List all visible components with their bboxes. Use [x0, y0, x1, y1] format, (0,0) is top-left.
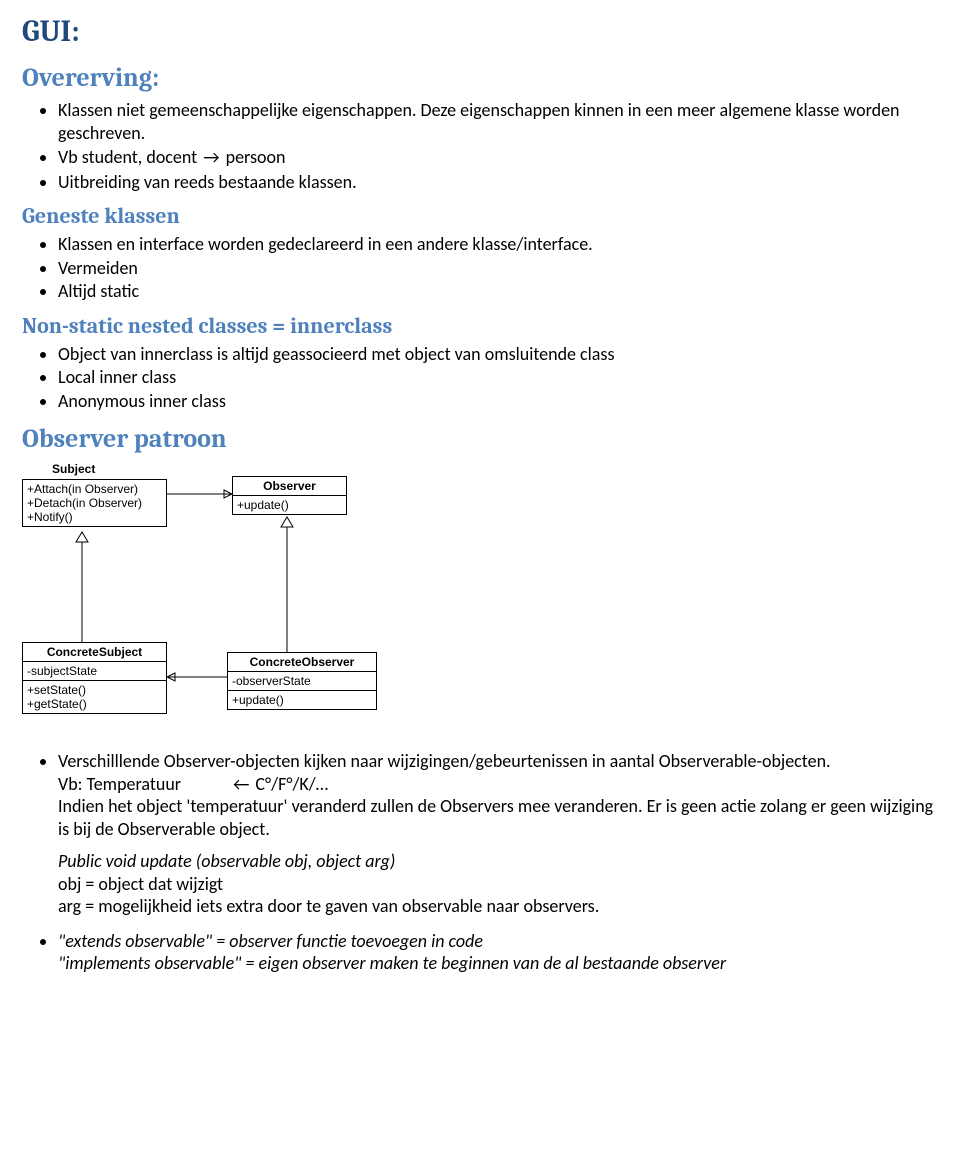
list-observer-notes: Verschilllende Observer-objecten kijken …: [58, 750, 938, 975]
list-item: "extends observable" = observer functie …: [58, 930, 938, 975]
list-item: Vb student, docent → persoon: [58, 146, 938, 169]
uml-diagram: Subject +Attach(in Observer) +Detach(in …: [22, 462, 472, 730]
text: Vb student, docent: [58, 146, 201, 168]
heading-geneste-klassen: Geneste klassen: [22, 203, 938, 229]
heading-overerving: Overerving:: [22, 63, 938, 93]
list-nonstatic: Object van innerclass is altijd geassoci…: [58, 343, 938, 413]
list-item: Vermeiden: [58, 257, 938, 280]
text: C°/F°/K/…: [251, 773, 328, 795]
list-item: Klassen en interface worden gedeclareerd…: [58, 233, 938, 256]
list-item: Uitbreiding van reeds bestaande klassen.: [58, 171, 938, 194]
text: arg = mogelijkheid iets extra door te ga…: [58, 895, 599, 917]
arrow-icon: ←: [231, 773, 251, 795]
text: "implements observable" = eigen observer…: [58, 952, 726, 974]
text: Verschilllende Observer-objecten kijken …: [58, 750, 831, 772]
list-item: Object van innerclass is altijd geassoci…: [58, 343, 938, 366]
list-item: Verschilllende Observer-objecten kijken …: [58, 750, 938, 918]
text: Indien het object 'temperatuur' verander…: [58, 795, 933, 840]
list-item: Local inner class: [58, 366, 938, 389]
text-code-signature: Public void update (observable obj, obje…: [58, 850, 395, 872]
text: Vb: Temperatuur: [58, 773, 181, 795]
heading-observer-patroon: Observer patroon: [22, 424, 938, 454]
arrow-icon: →: [201, 146, 221, 168]
heading-non-static-nested: Non-static nested classes = innerclass: [22, 313, 938, 339]
uml-connectors: [22, 462, 472, 730]
text: "extends observable" = observer functie …: [58, 930, 483, 952]
page-title: GUI:: [22, 14, 938, 49]
list-item: Klassen niet gemeenschappelijke eigensch…: [58, 99, 938, 144]
list-item: Altijd static: [58, 280, 938, 303]
list-inherit: Klassen niet gemeenschappelijke eigensch…: [58, 99, 938, 193]
uml-diagram-container: Subject +Attach(in Observer) +Detach(in …: [22, 462, 938, 730]
list-nested: Klassen en interface worden gedeclareerd…: [58, 233, 938, 303]
text: persoon: [222, 146, 286, 168]
text: obj = object dat wijzigt: [58, 873, 223, 895]
list-item: Anonymous inner class: [58, 390, 938, 413]
